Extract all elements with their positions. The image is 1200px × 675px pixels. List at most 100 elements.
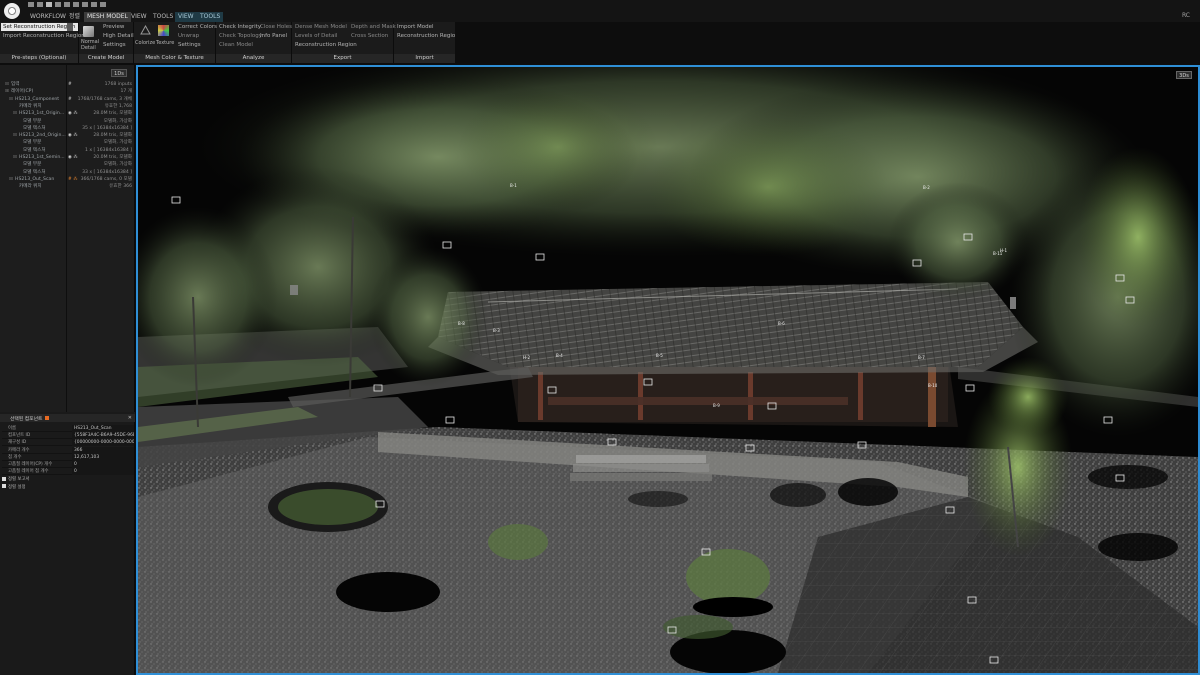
expand-toggle-icon[interactable]: ⊟: [13, 132, 17, 139]
redo-icon[interactable]: [100, 2, 106, 7]
menu-tab-tools[interactable]: TOOLS: [150, 12, 176, 22]
dropdown-arrow-icon[interactable]: [67, 23, 73, 31]
tree-row[interactable]: ⊟ HS213_1st_Origin... ◉ ⁂ 28.0M tris, 모델화: [0, 110, 133, 117]
property-row: 고품질 레이어 점 개수 0: [2, 468, 134, 476]
props-checkbox-label: 정렬 보고서: [8, 477, 30, 483]
normal-detail-icon[interactable]: [83, 26, 94, 37]
tree-row[interactable]: 모델 부분 모델화, 가상화: [0, 118, 133, 125]
property-value[interactable]: {558F3A4C-B6A9-45DE-96B...: [72, 432, 134, 440]
tree-row[interactable]: ⊟ HS213_2nd_Origin... ◉ ⁂ 28.0M tris, 모델화: [0, 132, 133, 139]
camera-label: B-10: [928, 383, 938, 388]
camera-label: B-2: [923, 185, 930, 190]
save-icon[interactable]: [46, 2, 52, 7]
correct-colors-button[interactable]: Correct Colors: [178, 23, 217, 31]
project-tree-panel[interactable]: 1Ds ⊟ 입력 #1768 inputs ⊞ 레이어(CP) 17 개 ⊟ HS213_Co…: [0, 65, 135, 412]
expand-toggle-icon[interactable]: ⊟: [9, 176, 13, 183]
menu-tab-tools-contextual[interactable]: TOOLS: [197, 12, 224, 22]
tree-row[interactable]: 모델 텍스처 1 x [ 16384x16384 ]: [0, 147, 133, 154]
view-mode-3ds-tab[interactable]: 3Ds: [1176, 71, 1192, 79]
depth-and-mask-button[interactable]: Depth and Mask: [351, 23, 396, 31]
corner-label: RC: [1181, 12, 1190, 19]
property-value[interactable]: {00000000-0000-0000-000...: [72, 439, 134, 447]
tree-row-value: 모델화, 가상화: [103, 162, 132, 168]
tree-row[interactable]: 모델 부분 모델화, 가상화: [0, 139, 133, 146]
property-value[interactable]: 366: [72, 446, 134, 454]
check-topology-button[interactable]: Check Topology: [219, 32, 262, 40]
close-holes-button[interactable]: Close Holes: [260, 23, 292, 31]
property-value[interactable]: 0: [72, 461, 134, 468]
app-logo-icon[interactable]: [4, 3, 20, 19]
property-value[interactable]: 0: [72, 468, 134, 476]
clean-model-button[interactable]: Clean Model: [219, 41, 253, 49]
import-reconstruction-region-button[interactable]: Import Reconstruction Region: [3, 32, 85, 40]
tree-row[interactable]: ⊟ 입력 #1768 inputs: [0, 81, 133, 88]
high-detail-button[interactable]: High Detail: [103, 32, 134, 40]
props-checkbox[interactable]: 정렬 보고서: [2, 476, 30, 483]
import-model-button[interactable]: Import Model: [397, 23, 434, 31]
cross-section-button[interactable]: Cross Section: [351, 32, 388, 40]
unwrap-button[interactable]: Unwrap: [178, 32, 199, 40]
expand-toggle-icon[interactable]: ⊟: [5, 81, 9, 88]
images-icon[interactable]: [73, 2, 79, 7]
ribbon-group-create-model: Normal Detail Preview High Detail Settin…: [79, 22, 134, 63]
ribbon-group-analyze: Check Integrity Check Topology Clean Mod…: [216, 22, 292, 63]
tree-row-value: 28.0M tris, 모델화: [93, 133, 132, 139]
props-checkbox[interactable]: 정렬 설정: [2, 484, 26, 491]
expand-toggle-icon[interactable]: ⊞: [5, 88, 9, 95]
split-view-icon[interactable]: [64, 2, 70, 7]
levels-of-detail-button[interactable]: Levels of Detail: [295, 32, 337, 40]
point-cloud-scene[interactable]: B-1 B-2B-3B-4 B-5B-6B-7B-8B-9B-10B-11H-1H-…: [138, 67, 1198, 673]
video-icon[interactable]: [82, 2, 88, 7]
view-mode-1ds-tab[interactable]: 1Ds: [111, 69, 127, 77]
tree-row[interactable]: 모델 텍스처 33 x [ 16384x16384 ]: [0, 169, 133, 176]
tree-row[interactable]: 카메라 위치 유효한 366: [0, 183, 133, 190]
menu-tab-alignment[interactable]: 정렬: [66, 12, 83, 22]
normal-detail-button[interactable]: Normal Detail: [81, 39, 99, 51]
texture-icon[interactable]: [158, 25, 169, 36]
layout-icon[interactable]: [55, 2, 61, 7]
create-model-settings-button[interactable]: Settings: [103, 41, 126, 49]
expand-toggle-icon[interactable]: ⊟: [9, 96, 13, 103]
info-panel-button[interactable]: Info Panel: [260, 32, 287, 40]
new-project-icon[interactable]: [28, 2, 34, 7]
colorize-button[interactable]: Colorize: [135, 39, 155, 47]
menu-tab-view[interactable]: VIEW: [128, 12, 150, 22]
props-checkbox-label: 정렬 설정: [8, 484, 26, 490]
tree-row[interactable]: ⊞ 레이어(CP) 17 개: [0, 88, 133, 95]
check-integrity-button[interactable]: Check Integrity: [219, 23, 261, 31]
property-row: 고품질 레이어(CP) 개수 0: [2, 461, 134, 468]
undo-icon[interactable]: [91, 2, 97, 7]
color-texture-settings-button[interactable]: Settings: [178, 41, 201, 49]
close-icon[interactable]: ✕: [128, 415, 132, 421]
colorize-icon[interactable]: [140, 24, 151, 36]
tree-row-name: HS213_1st_Semin...: [19, 155, 65, 160]
preview-button[interactable]: Preview: [103, 23, 124, 31]
export-reconstruction-region-button[interactable]: Reconstruction Region: [295, 41, 357, 49]
tree-row[interactable]: 카메라 위치 유효한 1,768: [0, 103, 133, 110]
props-header: 선택된 컴포넌트 ✕: [0, 414, 135, 422]
tree-row[interactable]: ⊟ HS213_Component #1768/1768 cams, 3 개체: [0, 96, 133, 103]
property-value[interactable]: HS213_Out_Scan: [72, 425, 134, 432]
menu-tab-mesh-model[interactable]: MESH MODEL: [84, 12, 131, 22]
open-project-icon[interactable]: [37, 2, 43, 7]
import-reconstruction-region-2-button[interactable]: Reconstruction Region: [397, 32, 459, 40]
checkbox-icon[interactable]: [2, 484, 6, 489]
menu-tab-view-contextual[interactable]: VIEW: [175, 12, 197, 22]
expand-toggle-icon[interactable]: ⊟: [13, 110, 17, 117]
tree-row-name: 모델 부분: [23, 118, 42, 124]
ribbon-group-color-texture: Colorize Texture Correct Colors Unwrap S…: [134, 22, 217, 63]
dense-mesh-model-button[interactable]: Dense Mesh Model: [295, 23, 347, 31]
texture-button[interactable]: Texture: [156, 39, 174, 47]
tree-row[interactable]: 모델 텍스처 35 x [ 16384x16384 ]: [0, 125, 133, 132]
tree-row-name: 모델 부분: [23, 162, 42, 168]
checkbox-icon[interactable]: [2, 476, 6, 481]
expand-toggle-icon[interactable]: ⊟: [13, 154, 17, 161]
tree-row[interactable]: ⊟ HS213_1st_Semin... ◉ ⁂ 20.0M tris, 모델화: [0, 154, 133, 161]
warning-icon: [45, 416, 49, 420]
property-value[interactable]: 12,617,103: [72, 453, 134, 461]
tree-row[interactable]: ⊟ HS213_Out_Scan # ⁂ 366/1768 cams, 0 모델: [0, 176, 133, 183]
menu-tab-workflow[interactable]: WORKFLOW: [27, 12, 69, 22]
tree-row[interactable]: 모델 부분 모델화, 가상화: [0, 161, 133, 168]
3d-viewport[interactable]: B-1 B-2 B-3 B-4 B-5 B-6 B-7 B-8 B-9 B-10 B-11 H-1 H-…: [136, 65, 1200, 675]
camera-label: B-4: [556, 353, 563, 358]
